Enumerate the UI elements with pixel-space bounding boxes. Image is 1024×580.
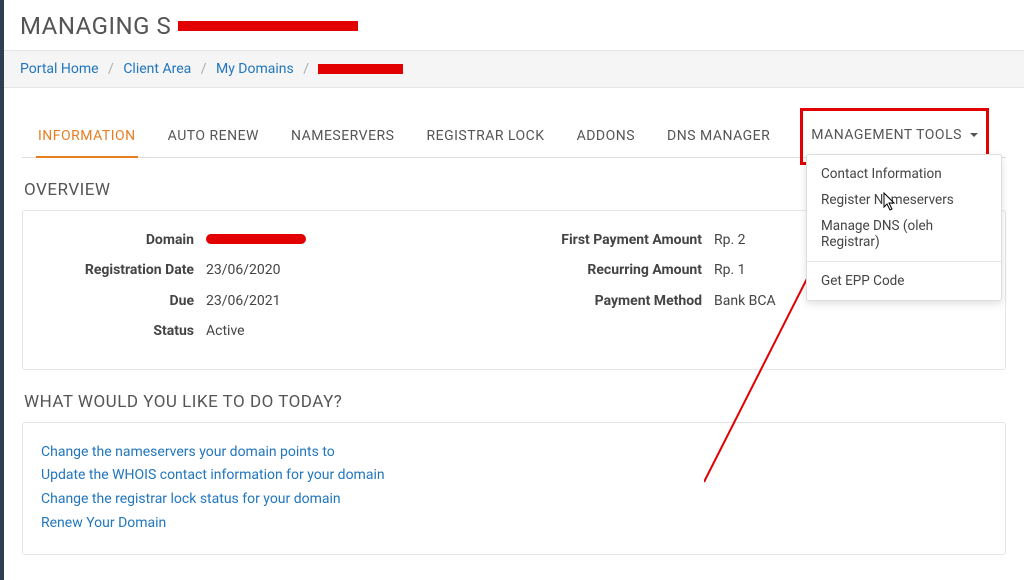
tab-information[interactable]: INFORMATION — [36, 118, 138, 158]
registration-date-value: 23/06/2020 — [206, 259, 281, 281]
tab-nameservers[interactable]: NAMESERVERS — [289, 118, 397, 157]
redaction-mark — [206, 234, 306, 244]
breadcrumb-client-area[interactable]: Client Area — [123, 61, 191, 77]
recurring-amount-value: Rp. 1 — [714, 259, 746, 281]
domain-label: Domain — [41, 229, 206, 251]
tab-management-tools-label: MANAGEMENT TOOLS — [811, 127, 962, 143]
action-update-whois[interactable]: Update the WHOIS contact information for… — [41, 464, 987, 488]
action-change-registrar-lock[interactable]: Change the registrar lock status for you… — [41, 488, 987, 512]
recurring-amount-label: Recurring Amount — [514, 259, 714, 281]
registration-date-label: Registration Date — [41, 259, 206, 281]
actions-panel: Change the nameservers your domain point… — [22, 422, 1006, 555]
tab-auto-renew[interactable]: AUTO RENEW — [166, 118, 261, 157]
dropdown-item-get-epp-code[interactable]: Get EPP Code — [807, 268, 1001, 294]
due-value: 23/06/2021 — [206, 290, 281, 312]
page-title-text: MANAGING S — [20, 12, 171, 40]
first-payment-value: Rp. 2 — [714, 229, 746, 251]
management-tools-dropdown: Contact Information Register Nameservers… — [806, 154, 1002, 301]
dropdown-item-contact-information[interactable]: Contact Information — [807, 161, 1001, 187]
breadcrumb-separator: / — [108, 61, 114, 77]
breadcrumb: Portal Home / Client Area / My Domains / — [4, 50, 1024, 88]
action-renew-domain[interactable]: Renew Your Domain — [41, 512, 987, 536]
page-title: MANAGING S — [4, 0, 1024, 50]
tab-bar: INFORMATION AUTO RENEW NAMESERVERS REGIS… — [22, 118, 1006, 158]
action-change-nameservers[interactable]: Change the nameservers your domain point… — [41, 441, 987, 465]
dropdown-item-register-nameservers[interactable]: Register Nameservers — [807, 187, 1001, 213]
tab-dns-manager[interactable]: DNS MANAGER — [665, 118, 772, 157]
redaction-mark — [318, 64, 403, 74]
due-label: Due — [41, 290, 206, 312]
chevron-down-icon — [970, 133, 978, 137]
breadcrumb-separator: / — [303, 61, 309, 77]
status-label: Status — [41, 320, 206, 342]
redaction-mark — [178, 21, 358, 31]
breadcrumb-portal-home[interactable]: Portal Home — [20, 61, 99, 77]
actions-heading: WHAT WOULD YOU LIKE TO DO TODAY? — [24, 392, 1006, 412]
domain-value — [206, 229, 306, 251]
breadcrumb-my-domains[interactable]: My Domains — [216, 61, 294, 77]
status-value: Active — [206, 320, 245, 342]
tab-addons[interactable]: ADDONS — [575, 118, 637, 157]
dropdown-item-manage-dns[interactable]: Manage DNS (oleh Registrar) — [807, 213, 1001, 255]
breadcrumb-separator: / — [201, 61, 207, 77]
payment-method-value: Bank BCA — [714, 290, 776, 312]
tab-registrar-lock[interactable]: REGISTRAR LOCK — [424, 118, 546, 157]
payment-method-label: Payment Method — [514, 290, 714, 312]
first-payment-label: First Payment Amount — [514, 229, 714, 251]
dropdown-divider — [807, 261, 1001, 262]
